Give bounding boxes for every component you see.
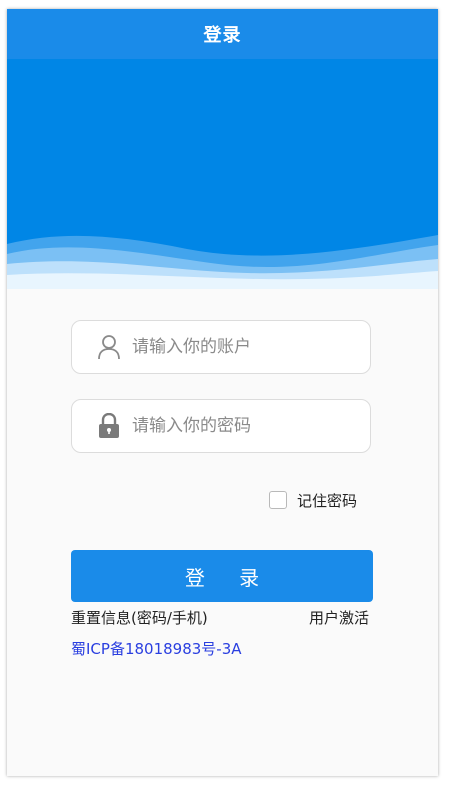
remember-password[interactable]: 记住密码 bbox=[269, 490, 357, 510]
header-bar: 登录 bbox=[7, 9, 438, 59]
user-icon bbox=[96, 334, 122, 360]
app-frame: 登录 记住密 bbox=[7, 9, 438, 776]
activate-user-link[interactable]: 用户激活 bbox=[309, 607, 369, 628]
remember-checkbox[interactable] bbox=[269, 491, 287, 509]
account-input[interactable] bbox=[132, 337, 352, 357]
account-field[interactable] bbox=[71, 320, 371, 374]
icp-link[interactable]: 蜀ICP备18018983号-3A bbox=[71, 638, 242, 659]
password-input[interactable] bbox=[132, 416, 352, 436]
page-title: 登录 bbox=[203, 25, 242, 46]
remember-label: 记住密码 bbox=[297, 491, 358, 510]
lock-icon bbox=[96, 413, 122, 439]
login-button-label: 登 录 bbox=[184, 565, 274, 590]
wave-illustration bbox=[7, 59, 438, 289]
reset-info-link[interactable]: 重置信息(密码/手机) bbox=[71, 607, 208, 628]
login-button[interactable]: 登 录 bbox=[71, 550, 373, 602]
password-field[interactable] bbox=[71, 399, 371, 453]
wave-banner bbox=[7, 59, 438, 289]
